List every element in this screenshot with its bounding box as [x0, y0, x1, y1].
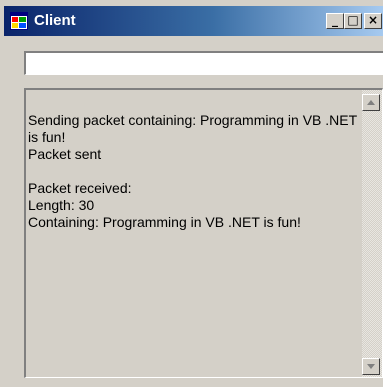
- client-window: Client _ □ × Sending packet containing: …: [0, 0, 383, 387]
- output-text: Sending packet containing: Programming i…: [28, 112, 362, 231]
- message-input[interactable]: [24, 51, 383, 75]
- app-window-icon[interactable]: [10, 12, 28, 30]
- window-title: Client: [34, 12, 76, 29]
- arrow-down-icon: [367, 364, 375, 369]
- output-line: Sending packet containing: Programming i…: [28, 112, 357, 145]
- output-line: Containing: Programming in VB .NET is fu…: [28, 214, 301, 230]
- minimize-icon: _: [332, 13, 338, 27]
- output-line: Length: 30: [28, 197, 95, 213]
- arrow-up-icon: [367, 100, 375, 105]
- maximize-button[interactable]: □: [344, 13, 362, 29]
- scroll-down-button[interactable]: [362, 358, 380, 375]
- vertical-scrollbar[interactable]: [362, 90, 382, 377]
- title-bar[interactable]: Client _ □ ×: [4, 6, 383, 36]
- output-line: Packet sent: [28, 146, 102, 162]
- close-icon: ×: [367, 13, 379, 27]
- minimize-button[interactable]: _: [326, 13, 344, 29]
- output-display[interactable]: Sending packet containing: Programming i…: [24, 88, 383, 378]
- output-line: Packet received:: [28, 180, 132, 196]
- close-button[interactable]: ×: [364, 13, 382, 29]
- maximize-icon: □: [347, 13, 359, 27]
- scroll-up-button[interactable]: [362, 94, 380, 111]
